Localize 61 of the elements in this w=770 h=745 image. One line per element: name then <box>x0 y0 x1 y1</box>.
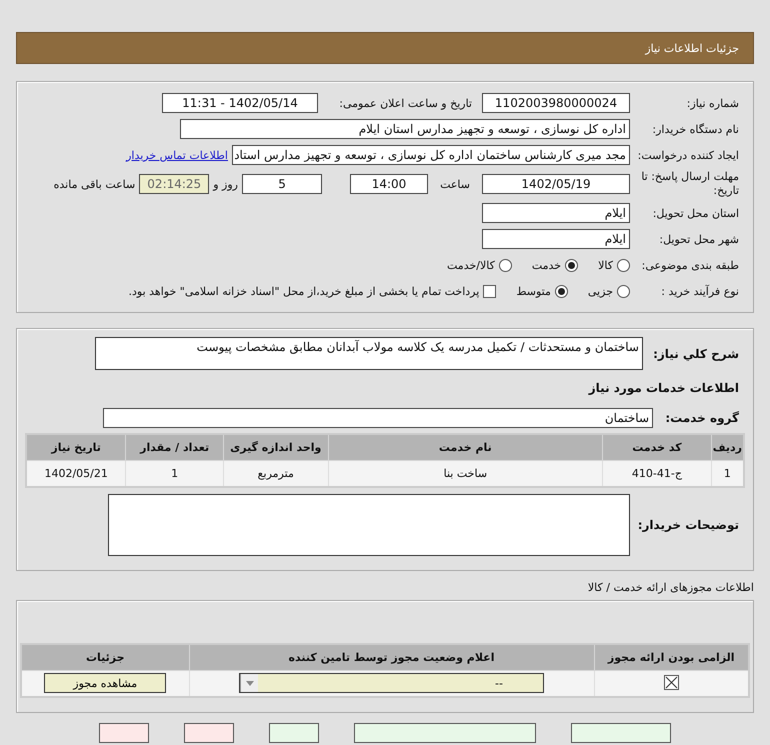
radio-label: متوسط <box>516 284 551 298</box>
buyer-notes-field[interactable] <box>108 494 630 556</box>
radio-button[interactable] <box>617 284 630 298</box>
field-label: شهر محل تحویل: <box>658 232 739 246</box>
field-label: تاریخ و ساعت اعلان عمومی: <box>338 96 472 110</box>
status-select[interactable]: -- <box>239 673 544 694</box>
column-header: الزامی بودن ارائه مجوز <box>594 644 749 670</box>
field-label: مهلت ارسال پاسخ: تا تاریخ: <box>640 170 739 198</box>
column-header: جزئیات <box>21 644 189 670</box>
description-field[interactable]: ساختمان و مستحدثات / تکمیل مدرسه یک کلاسه مولاب آبدانان مطابق مشخصات پیوست <box>95 337 643 370</box>
field-label: ساعت باقی مانده <box>54 178 136 190</box>
field-label: طبقه بندی موضوعی: <box>640 258 739 272</box>
contact-link[interactable]: اطلاعات تماس خریدار <box>126 148 228 162</box>
column-header: نام خدمت <box>328 434 603 460</box>
field-label: روز و <box>213 178 238 190</box>
announce-date-field[interactable]: 1402/05/14 - 11:31 <box>162 93 318 113</box>
field-label: اطلاعات خدمات مورد نیاز <box>588 381 739 395</box>
section-title: اطلاعات مجوزهای ارائه خدمت / کالا <box>586 581 754 594</box>
field-label: توضیحات خریدار: <box>636 518 739 532</box>
province-field[interactable]: ایلام <box>482 203 630 223</box>
radio-button[interactable] <box>617 258 630 272</box>
action-button[interactable] <box>571 723 671 743</box>
radio-label: کالا <box>598 258 613 272</box>
field-label: نام دستگاه خریدار: <box>651 122 739 136</box>
service-group-field[interactable]: ساختمان <box>103 408 653 428</box>
deadline-date-field[interactable]: 1402/05/19 <box>482 174 630 194</box>
radio-button[interactable] <box>554 284 568 298</box>
radio-button[interactable] <box>565 258 578 272</box>
field-label: استان محل تحویل: <box>652 206 739 220</box>
column-header: تعداد / مقدار <box>126 434 224 460</box>
column-header: تاریخ نیاز <box>26 434 126 460</box>
days-field[interactable]: 5 <box>242 174 322 194</box>
column-header: ردیف <box>711 434 744 460</box>
field-label: شماره نیاز: <box>686 96 739 110</box>
action-button[interactable] <box>269 723 319 743</box>
creator-field[interactable]: مجد میری کارشناس ساختمان اداره کل نوسازی ، توسعه و تجهیز مدارس استاد <box>232 145 630 165</box>
need-number-field[interactable]: 1102003980000024 <box>482 93 630 113</box>
checkbox[interactable] <box>483 284 496 298</box>
header-title: جزئیات اطلاعات نیاز <box>645 42 739 54</box>
field-label: شرح کلي نیاز: <box>652 347 739 361</box>
field-label: گروه خدمت: <box>664 411 739 425</box>
dropdown-icon[interactable] <box>240 674 258 692</box>
radio-button[interactable] <box>498 258 512 272</box>
action-button[interactable] <box>354 723 536 743</box>
column-header: اعلام وضعیت مجوز توسط تامین کننده <box>189 644 594 670</box>
remaining-time-field[interactable]: 02:14:25 <box>139 174 210 194</box>
checkbox-label: پرداخت تمام یا بخشی از مبلغ خرید،از محل "اسناد خزانه اسلامی" خواهد بود. <box>128 284 480 298</box>
view-permit-button[interactable]: مشاهده مجوز <box>44 673 166 694</box>
radio-label: جزیی <box>588 284 613 298</box>
field-label: نوع فرآیند خرید : <box>660 284 739 298</box>
field-label: ساعت <box>439 178 470 190</box>
action-button[interactable] <box>99 723 149 743</box>
radio-label: خدمت <box>532 258 562 272</box>
radio-label: کالا/خدمت <box>447 258 495 272</box>
city-field[interactable]: ایلام <box>482 229 630 249</box>
action-button[interactable] <box>184 723 234 743</box>
column-header: کد خدمت <box>602 434 712 460</box>
deadline-time-field[interactable]: 14:00 <box>350 174 428 194</box>
buyer-field[interactable]: اداره کل نوسازی ، توسعه و تجهیز مدارس استان ایلام <box>180 119 630 139</box>
field-label: ایجاد کننده درخواست: <box>636 148 739 162</box>
column-header: واحد اندازه گیری <box>223 434 328 460</box>
